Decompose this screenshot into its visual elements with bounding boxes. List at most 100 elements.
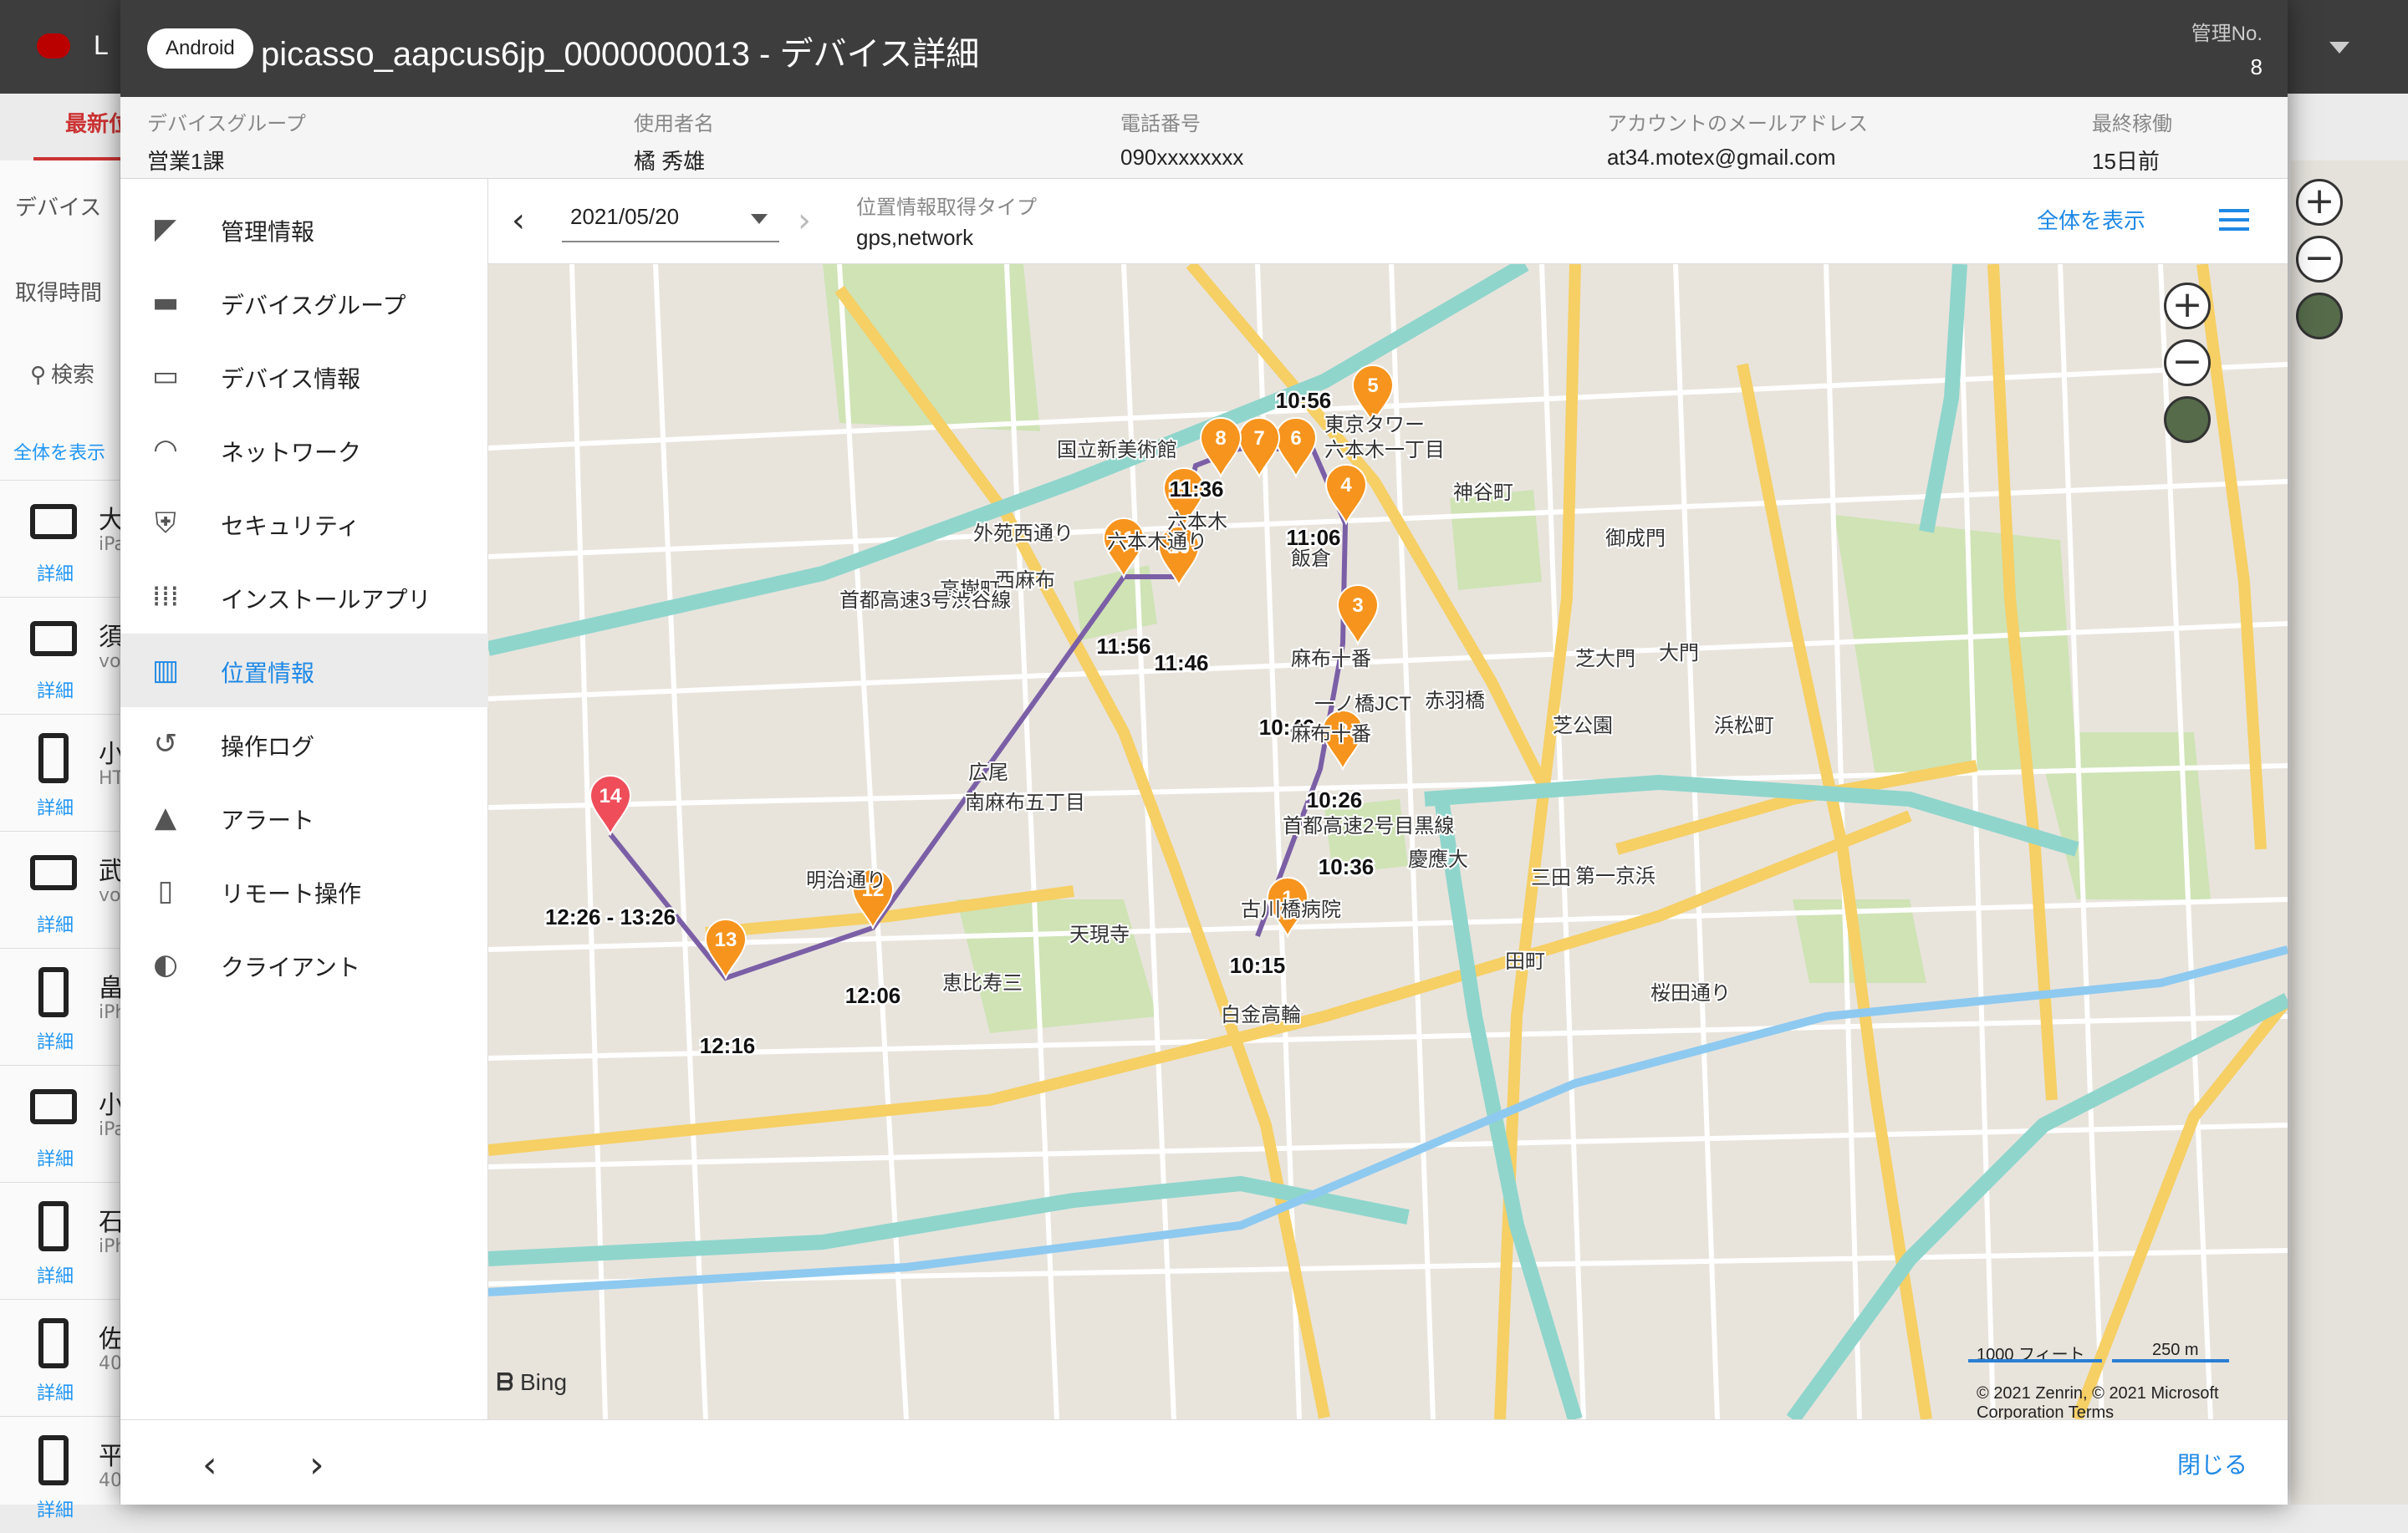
list-view-icon[interactable]: [2219, 209, 2249, 232]
background-zoom-out-icon[interactable]: −: [2296, 236, 2343, 283]
apps-grid-icon: ⁞⁞⁞: [151, 580, 180, 614]
detail-link[interactable]: 詳細: [37, 1495, 74, 1522]
marker-time-label: 10:56: [1276, 388, 1332, 413]
next-device-chevron-right-icon[interactable]: ›: [309, 1444, 324, 1486]
map-place-label: 六本木通り: [1107, 531, 1207, 553]
nav-item-label: アラート: [221, 807, 315, 833]
background-zoom-in-icon[interactable]: +: [2296, 179, 2343, 226]
background-device-row[interactable]: 武 vo 詳細: [0, 831, 124, 948]
management-number-label: 管理No.: [2191, 23, 2263, 45]
device-model: vo: [99, 651, 121, 672]
map-place-label: 古川橋病院: [1241, 899, 1341, 921]
map-place-label: 六本木: [1167, 511, 1227, 533]
shield-icon: ⛨: [155, 507, 176, 540]
nav-item-map[interactable]: ▥ 位置情報: [120, 634, 488, 707]
app-logo-text: L: [94, 30, 109, 60]
terms-link[interactable]: Terms: [2069, 1403, 2114, 1419]
marker-number: 3: [1352, 594, 1363, 617]
location-marker[interactable]: 8: [1199, 417, 1242, 479]
date-select[interactable]: 2021/05/20: [562, 196, 779, 242]
detail-link[interactable]: 詳細: [37, 1261, 74, 1288]
location-type: 位置情報取得タイプ gps,network: [856, 191, 1037, 251]
scale-feet-bar: [1968, 1359, 2102, 1362]
location-type-value: gps,network: [856, 225, 974, 250]
nav-item-label: インストールアプリ: [221, 587, 431, 613]
phone-icon: [38, 967, 69, 1017]
bing-icon: ᗷ: [497, 1369, 520, 1395]
phone-icon: [38, 1201, 69, 1251]
detail-link[interactable]: 詳細: [37, 1027, 74, 1054]
nav-item-tag[interactable]: ◤ 管理情報: [120, 192, 488, 266]
marker-time-label: 12:06: [845, 983, 901, 1008]
nav-item-history[interactable]: ↺ 操作ログ: [120, 707, 488, 781]
account-menu-chevron-down-icon[interactable]: [2329, 42, 2349, 53]
background-device-row[interactable]: 石 iPh 詳細: [0, 1182, 126, 1299]
history-icon: ↺: [153, 727, 178, 761]
map-place-label: 東京タワー: [1324, 414, 1425, 436]
location-marker[interactable]: 14 12:26 - 13:26: [543, 775, 678, 932]
map-place-label: 三田: [1531, 867, 1571, 889]
nav-item-remote-lock[interactable]: ▯ リモート操作: [120, 854, 488, 928]
map-place-label: 芝公園: [1553, 715, 1613, 737]
nav-item-warning[interactable]: ▲ アラート: [120, 781, 488, 854]
background-search-button[interactable]: ⚲ 検索: [30, 358, 94, 389]
nav-item-shield[interactable]: ⛨ セキュリティ: [120, 486, 488, 560]
marker-number: 5: [1367, 374, 1378, 397]
detail-link[interactable]: 詳細: [37, 910, 74, 937]
background-device-sidebar: デバイス 取得時間 ⚲ 検索 全体を表示 大 iPa 詳細須 vo 詳細小 HT 詳細武 vo 詳…: [0, 160, 126, 1521]
nav-item-client[interactable]: ◐ クライアント: [120, 928, 488, 1001]
detail-link[interactable]: 詳細: [37, 676, 74, 703]
info-device-group: デバイスグループ 営業1課: [147, 107, 306, 176]
nav-item-folder[interactable]: ▬ デバイスグループ: [120, 266, 488, 339]
map-place-label: 外苑西通り: [973, 522, 1074, 545]
background-device-row[interactable]: 須 vo 詳細: [0, 597, 124, 714]
nav-item-label: 操作ログ: [221, 734, 315, 760]
show-all-button[interactable]: 全体を表示: [2037, 204, 2145, 235]
location-map[interactable]: 1 10:15 2 10:26 3 10:36 4 10:46 5 10:56 6 11:06 7 8 9 1…: [488, 264, 2288, 1419]
marker-time-label: 11:46: [1154, 650, 1208, 675]
background-show-all-link[interactable]: 全体を表示: [13, 438, 105, 465]
close-button[interactable]: 閉じる: [2177, 1447, 2247, 1480]
map-zoom-in-icon[interactable]: +: [2164, 283, 2211, 329]
detail-link[interactable]: 詳細: [37, 1144, 74, 1171]
info-label: 使用者名: [634, 113, 714, 135]
detail-link[interactable]: 詳細: [37, 1378, 74, 1405]
previous-device-chevron-left-icon[interactable]: ‹: [202, 1444, 217, 1486]
date-select-value: 2021/05/20: [570, 204, 680, 229]
location-marker[interactable]: 7: [1237, 417, 1281, 479]
detail-link[interactable]: 詳細: [37, 793, 74, 820]
marker-number: 14: [599, 785, 622, 807]
tag-icon: ◤: [154, 212, 177, 246]
os-badge: Android: [147, 28, 253, 69]
next-date-chevron-right-icon[interactable]: ›: [798, 204, 811, 237]
previous-date-chevron-left-icon[interactable]: ‹: [512, 204, 525, 237]
background-device-row[interactable]: 小 iPa 詳細: [0, 1065, 125, 1182]
map-place-label: 広尾: [968, 761, 1008, 784]
map-place-label: 六本木一丁目: [1324, 439, 1445, 461]
map-zoom-out-icon[interactable]: −: [2164, 339, 2211, 386]
marker-time-label: 12:26 - 13:26: [545, 904, 676, 929]
scale-meters-bar: [2112, 1359, 2229, 1362]
nav-item-apps-grid[interactable]: ⁞⁞⁞ インストールアプリ: [120, 560, 488, 634]
background-device-row[interactable]: 平 40 詳細: [0, 1416, 124, 1533]
nav-item-label: ネットワーク: [221, 440, 362, 466]
map-place-label: 神谷町: [1453, 481, 1513, 504]
map-place-label: 飯倉: [1291, 548, 1331, 570]
nav-item-devices[interactable]: ▭ デバイス情報: [120, 339, 488, 413]
background-device-row[interactable]: 大 iPa 詳細: [0, 480, 125, 597]
map-place-label: 桜田通り: [1650, 982, 1731, 1005]
map-place-label: 麻布十番: [1291, 723, 1371, 746]
map-aerial-view-icon[interactable]: [2164, 396, 2211, 443]
background-device-row[interactable]: 畠 iPh 詳細: [0, 948, 126, 1065]
background-aerial-view-icon[interactable]: [2296, 293, 2343, 339]
phone-icon: [38, 1435, 69, 1485]
background-device-row[interactable]: 小 HT 詳細: [0, 714, 124, 831]
detail-link[interactable]: 詳細: [37, 559, 74, 586]
nav-item-label: デバイス情報: [221, 366, 361, 392]
info-label: 最終稼働: [2092, 113, 2172, 135]
background-device-row[interactable]: 佐 40 詳細: [0, 1299, 124, 1416]
info-value: 15日前: [2092, 149, 2160, 174]
info-value: 橘 秀雄: [634, 149, 706, 174]
nav-item-wifi[interactable]: ◠ ネットワーク: [120, 413, 488, 486]
background-map[interactable]: + −: [2291, 160, 2408, 1505]
